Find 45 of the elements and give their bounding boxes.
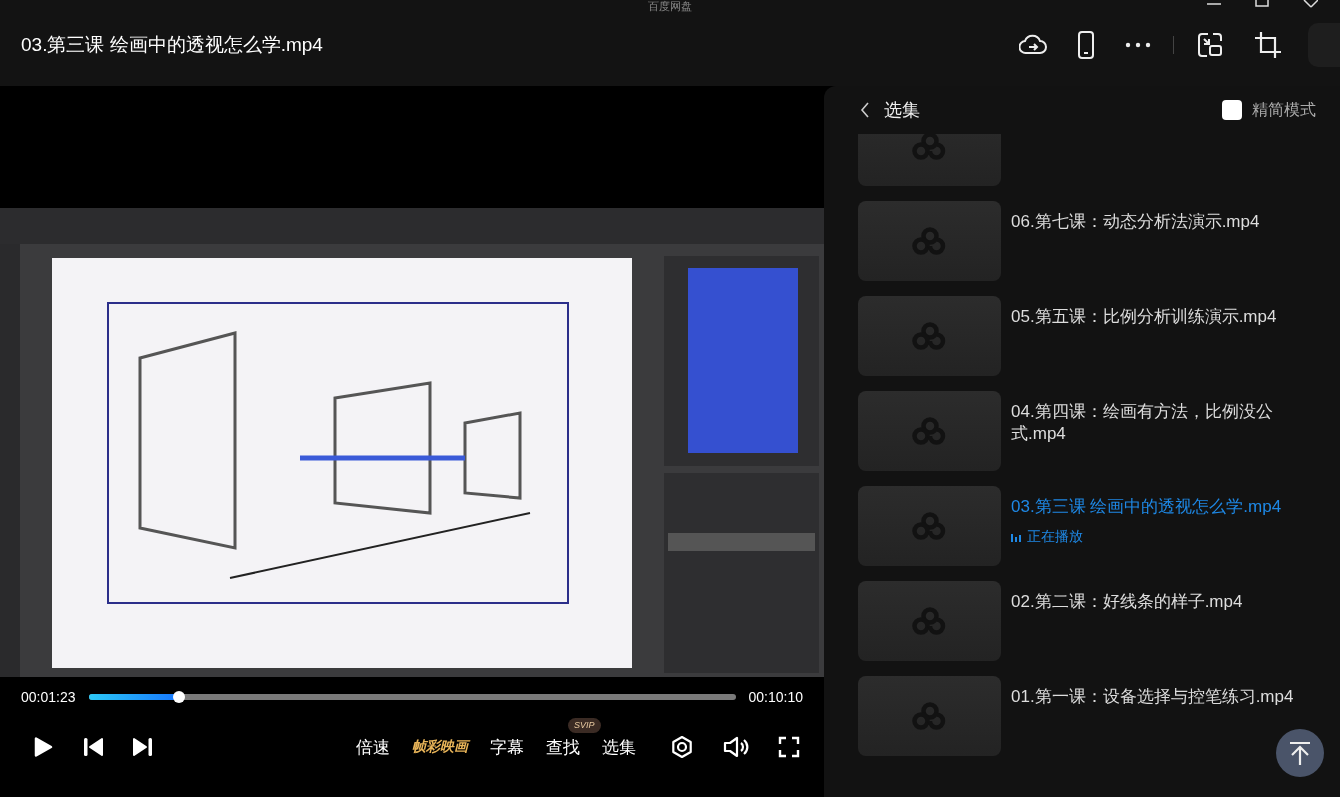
video-thumbnail[interactable] — [858, 486, 1001, 566]
maximize-icon[interactable] — [1254, 0, 1270, 8]
equalizer-icon — [1011, 532, 1021, 542]
episode-title[interactable]: 02.第二课：好线条的样子.mp4 — [1011, 591, 1321, 613]
control-button[interactable]: 字幕 — [488, 733, 526, 761]
episode-title[interactable]: 04.第四课：绘画有方法，比例没公式.mp4 — [1011, 401, 1321, 445]
more-icon[interactable] — [1125, 42, 1151, 48]
back-icon[interactable] — [860, 102, 870, 118]
svip-badge: SVIP — [568, 717, 601, 733]
fullscreen-icon[interactable] — [778, 736, 800, 758]
phone-icon[interactable] — [1077, 31, 1095, 59]
settings-icon[interactable] — [670, 735, 694, 759]
control-button[interactable]: 查找 — [544, 733, 582, 761]
video-thumbnail[interactable] — [858, 676, 1001, 756]
episode-title[interactable]: 06.第七课：动态分析法演示.mp4 — [1011, 211, 1321, 233]
progress-track[interactable] — [88, 694, 736, 700]
color-enhance-button[interactable]: 帧彩映画 — [410, 736, 470, 758]
video-thumbnail[interactable] — [858, 391, 1001, 471]
app-title: 百度网盘 — [648, 0, 692, 12]
simple-mode-label[interactable]: 精简模式 — [1252, 99, 1316, 121]
video-thumbnail[interactable] — [858, 296, 1001, 376]
episode-title[interactable]: 05.第五课：比例分析训练演示.mp4 — [1011, 306, 1321, 328]
control-button[interactable]: 选集 — [600, 733, 638, 761]
video-title: 03.第三课 绘画中的透视怎么学.mp4 — [21, 33, 323, 57]
simple-mode-checkbox[interactable] — [1222, 100, 1242, 120]
play-icon[interactable] — [32, 736, 54, 758]
current-time: 00:01:23 — [21, 689, 76, 705]
now-playing-label: 正在播放 — [1027, 528, 1083, 546]
duration-time: 00:10:10 — [748, 689, 803, 705]
back-to-top-button[interactable] — [1276, 729, 1324, 777]
cloud-upload-icon[interactable] — [1019, 33, 1047, 57]
video-thumbnail[interactable] — [858, 581, 1001, 661]
control-button[interactable]: 倍速 — [354, 733, 392, 761]
video-thumbnail[interactable] — [858, 201, 1001, 281]
volume-icon[interactable] — [722, 735, 750, 759]
panel-title: 选集 — [884, 99, 920, 122]
crop-icon[interactable] — [1254, 31, 1282, 59]
episode-title[interactable]: 03.第三课 绘画中的透视怎么学.mp4 — [1011, 496, 1321, 518]
minimize-icon[interactable] — [1206, 0, 1222, 8]
close-icon[interactable] — [1302, 0, 1318, 8]
progress-handle[interactable] — [173, 691, 186, 703]
picture-in-picture-icon[interactable] — [1196, 31, 1224, 59]
next-icon[interactable] — [132, 736, 154, 758]
previous-icon[interactable] — [82, 736, 104, 758]
episode-title[interactable]: 01.第一课：设备选择与控笔练习.mp4 — [1011, 686, 1321, 708]
